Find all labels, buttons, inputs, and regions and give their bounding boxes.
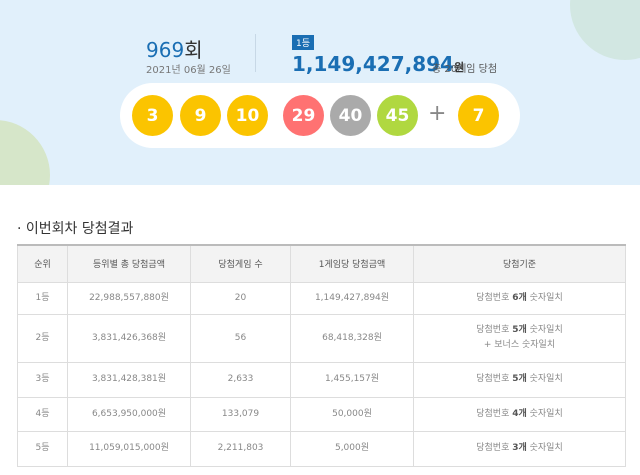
criteria-text: 숫자일치 xyxy=(526,325,563,335)
criteria-text: 숫자일치 xyxy=(526,292,563,303)
criteria-count: 5개 xyxy=(512,325,527,335)
criteria-cell: 당첨번호 5개 숫자일치 + 보너스 숫자일치 xyxy=(413,313,626,363)
number-ball: 10 xyxy=(227,95,268,136)
table-row: 2등 3,831,426,368원 56 68,418,328원 당첨번호 5개… xyxy=(17,313,626,363)
header-total: 등위별 총 당첨금액 xyxy=(67,244,191,283)
each-cell: 68,418,328원 xyxy=(290,313,414,363)
bonus-ball: 7 xyxy=(458,95,499,136)
count-cell: 133,079 xyxy=(190,396,291,432)
section-title: · 이번회차 당첨결과 xyxy=(17,221,134,237)
criteria-cell: 당첨번호 5개 숫자일치 xyxy=(413,361,626,398)
count-cell: 2,633 xyxy=(190,361,291,398)
rank-cell: 1등 xyxy=(17,281,68,315)
criteria-text: 숫자일치 xyxy=(526,443,563,453)
criteria-cell: 당첨번호 4개 숫자일치 xyxy=(413,396,626,432)
header-criteria: 당첨기준 xyxy=(413,244,626,283)
total-cell: 3,831,428,381원 xyxy=(67,361,191,398)
criteria-text: 당첨번호 xyxy=(476,408,513,419)
draw-summary: 969회 2021년 06월 26일 1등 1,149,427,894원 총 2… xyxy=(0,0,640,185)
total-cell: 22,988,557,880원 xyxy=(67,281,191,315)
criteria-text: 숫자일치 xyxy=(526,408,563,419)
criteria-cell: 당첨번호 3개 숫자일치 xyxy=(413,430,626,467)
winning-numbers: 3 9 10 29 40 45 + 7 xyxy=(120,83,520,148)
header-each: 1게임당 당첨금액 xyxy=(290,244,414,283)
count-cell: 20 xyxy=(190,281,291,315)
criteria-text: 당첨번호 xyxy=(476,325,513,335)
each-cell: 1,455,157원 xyxy=(290,361,414,398)
table-row: 1등 22,988,557,880원 20 1,149,427,894원 당첨번… xyxy=(17,281,626,315)
number-ball: 3 xyxy=(132,95,173,136)
criteria-count: 6개 xyxy=(512,292,527,303)
number-ball: 45 xyxy=(377,95,418,136)
criteria-count: 3개 xyxy=(512,443,527,453)
table-row: 5등 11,059,015,000원 2,211,803 5,000원 당첨번호… xyxy=(17,430,626,467)
header-rank: 순위 xyxy=(17,244,68,283)
rank-badge: 1등 xyxy=(292,35,315,50)
criteria-text: 당첨번호 xyxy=(476,374,513,384)
rank-cell: 3등 xyxy=(17,361,68,398)
each-cell: 1,149,427,894원 xyxy=(290,281,414,315)
rank-cell: 4등 xyxy=(17,396,68,432)
criteria-cell: 당첨번호 6개 숫자일치 xyxy=(413,281,626,315)
rank-cell: 2등 xyxy=(17,313,68,363)
criteria-count: 4개 xyxy=(512,408,527,419)
draw-date: 2021년 06월 26일 xyxy=(146,65,231,76)
plus-icon: + xyxy=(428,101,447,126)
criteria-text: 숫자일치 xyxy=(526,374,563,384)
each-cell: 5,000원 xyxy=(290,430,414,467)
decorative-circle xyxy=(570,0,640,60)
total-cell: 3,831,426,368원 xyxy=(67,313,191,363)
total-cell: 11,059,015,000원 xyxy=(67,430,191,467)
header-count: 당첨게임 수 xyxy=(190,244,291,283)
table-row: 3등 3,831,428,381원 2,633 1,455,157원 당첨번호 … xyxy=(17,361,626,398)
draw-round: 969회 xyxy=(146,38,203,62)
number-ball: 29 xyxy=(283,95,324,136)
total-cell: 6,653,950,000원 xyxy=(67,396,191,432)
criteria-count: 5개 xyxy=(512,374,527,384)
table-row: 4등 6,653,950,000원 133,079 50,000원 당첨번호 4… xyxy=(17,396,626,432)
count-cell: 56 xyxy=(190,313,291,363)
number-ball: 40 xyxy=(330,95,371,136)
criteria-text: 당첨번호 xyxy=(476,292,513,303)
winning-games-count: 총 20게임 당첨 xyxy=(432,64,498,75)
decorative-circle xyxy=(0,120,50,185)
rank-cell: 5등 xyxy=(17,430,68,467)
criteria-bonus: + 보너스 숫자일치 xyxy=(483,340,556,350)
count-cell: 2,211,803 xyxy=(190,430,291,467)
each-cell: 50,000원 xyxy=(290,396,414,432)
number-ball: 9 xyxy=(180,95,221,136)
criteria-text: 당첨번호 xyxy=(476,443,513,453)
divider xyxy=(255,34,256,72)
results-table: 순위 등위별 총 당첨금액 당첨게임 수 1게임당 당첨금액 당첨기준 1등 2… xyxy=(17,244,626,467)
